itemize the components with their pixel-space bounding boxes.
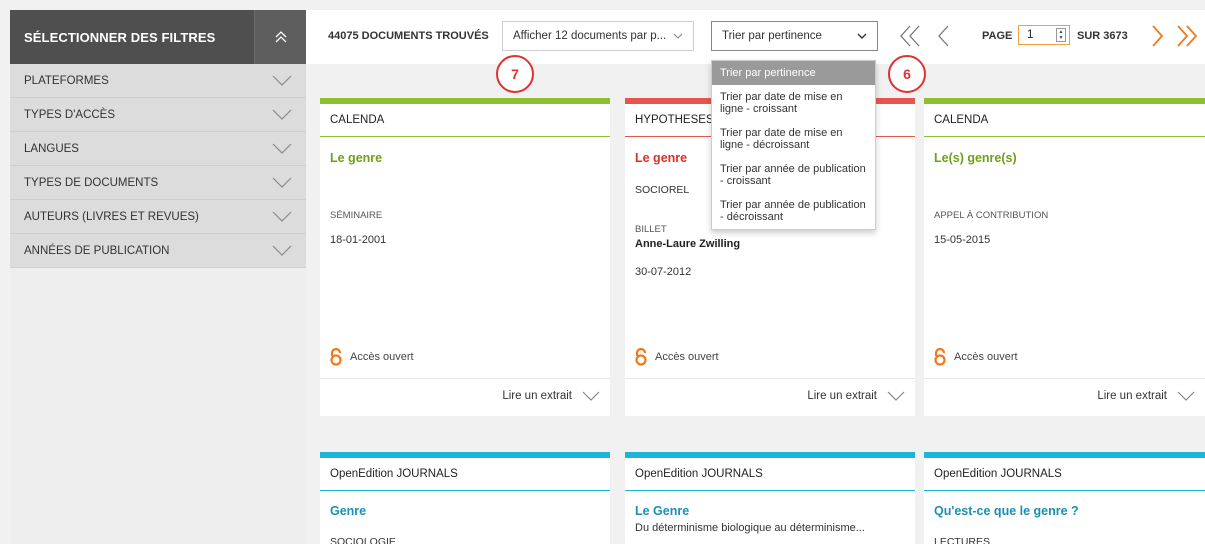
chevron-down-icon [673,33,683,39]
filter-types-acces[interactable]: TYPES D'ACCÈS [10,98,306,132]
open-access-icon [934,348,946,366]
open-access-label: Accès ouvert [954,351,1018,363]
open-access-icon [635,348,647,366]
previous-page-icon[interactable] [936,24,952,48]
sort-option-relevance[interactable]: Trier par pertinence [712,61,875,85]
read-excerpt-button[interactable]: Lire un extrait [320,378,610,413]
card-platform: CALENDA [320,104,610,137]
chevron-down-icon [272,177,292,188]
filter-types-documents[interactable]: TYPES DE DOCUMENTS [10,166,306,200]
read-excerpt-label: Lire un extrait [1097,390,1167,402]
card-title[interactable]: Le genre [330,151,382,165]
card-platform: OpenEdition JOURNALS [924,458,1205,491]
annotation-marker-6: 6 [888,55,926,93]
filter-label: LANGUES [24,142,79,155]
collapse-filters-button[interactable] [254,10,306,64]
card-title[interactable]: Genre [330,504,366,518]
card-title[interactable]: Le Genre [635,504,689,518]
chevron-down-icon [1177,391,1195,401]
open-access-badge: Accès ouvert [635,348,719,366]
result-card[interactable]: OpenEdition JOURNALS Le Genre Du détermi… [625,452,915,544]
per-page-value: Afficher 12 documents par p... [513,30,667,42]
open-access-label: Accès ouvert [655,351,719,363]
card-platform: CALENDA [924,104,1205,137]
card-title[interactable]: Qu'est-ce que le genre ? [934,504,1079,518]
sort-select[interactable]: Trier par pertinence [711,21,878,51]
read-excerpt-label: Lire un extrait [807,390,877,402]
page-label: PAGE [982,30,1013,42]
card-author: Anne-Laure Zwilling [635,238,741,250]
filter-label: TYPES D'ACCÈS [24,108,116,121]
sort-option-date-online-asc[interactable]: Trier par date de mise en ligne - croiss… [712,85,875,121]
read-excerpt-button[interactable]: Lire un extrait [625,378,915,413]
filter-title: SÉLECTIONNER DES FILTRES [24,29,216,45]
sort-option-pub-year-asc[interactable]: Trier par année de publication - croissa… [712,157,875,193]
filter-label: TYPES DE DOCUMENTS [24,176,159,189]
filter-label: PLATEFORMES [24,74,109,87]
chevron-down-icon [887,391,905,401]
read-excerpt-label: Lire un extrait [502,390,572,402]
card-date: 15-05-2015 [934,234,991,246]
first-page-icon[interactable] [898,24,922,48]
filter-langues[interactable]: LANGUES [10,132,306,166]
page-spinner[interactable]: ▲ ▼ [1056,28,1066,42]
read-excerpt-button[interactable]: Lire un extrait [924,378,1205,413]
open-access-badge: Accès ouvert [934,348,1018,366]
filter-auteurs[interactable]: AUTEURS (LIVRES ET REVUES) [10,200,306,234]
filter-label: AUTEURS (LIVRES ET REVUES) [24,210,199,223]
card-title[interactable]: Le(s) genre(s) [934,151,1017,165]
next-page-icon[interactable] [1149,24,1165,48]
sort-value: Trier par pertinence [722,30,822,42]
chevron-down-icon [272,245,292,256]
card-platform: OpenEdition JOURNALS [625,458,915,491]
page-number-input[interactable]: 1 ▲ ▼ [1018,25,1070,45]
filter-header: SÉLECTIONNER DES FILTRES [10,10,306,64]
double-chevron-up-icon [275,31,286,43]
result-card[interactable]: CALENDA Le genre SÉMINAIRE 18-01-2001 Ac… [320,98,610,416]
chevron-down-icon [582,391,600,401]
filter-sidebar: SÉLECTIONNER DES FILTRES PLATEFORMES TYP… [10,10,306,544]
card-subtitle: Du déterminisme biologique au déterminis… [635,522,865,534]
filter-label: ANNÉES DE PUBLICATION [24,244,170,257]
chevron-down-icon [857,33,867,39]
filter-plateformes[interactable]: PLATEFORMES [10,64,306,98]
card-platform: OpenEdition JOURNALS [320,458,610,491]
card-doc-type: SÉMINAIRE [330,210,383,221]
card-date: 30-07-2012 [635,266,692,278]
card-doc-type: APPEL À CONTRIBUTION [934,210,1049,221]
results-toolbar: 44075 DOCUMENTS TROUVÉS Afficher 12 docu… [306,10,1205,64]
card-date: 18-01-2001 [330,234,387,246]
per-page-select[interactable]: Afficher 12 documents par p... [502,21,694,51]
card-source: LECTURES [934,536,991,544]
annotation-marker-7: 7 [496,55,534,93]
chevron-down-icon [272,143,292,154]
chevron-down-icon [272,75,292,86]
sort-option-date-online-desc[interactable]: Trier par date de mise en ligne - décroi… [712,121,875,157]
sort-option-pub-year-desc[interactable]: Trier par année de publication - décrois… [712,193,875,229]
open-access-icon [330,348,342,366]
chevron-down-icon [272,211,292,222]
result-card[interactable]: CALENDA Le(s) genre(s) APPEL À CONTRIBUT… [924,98,1205,416]
result-card[interactable]: OpenEdition JOURNALS Qu'est-ce que le ge… [924,452,1205,544]
card-source: SOCIOLOGIE [330,536,396,544]
last-page-icon[interactable] [1175,24,1199,48]
open-access-label: Accès ouvert [350,351,414,363]
page-number-value: 1 [1027,29,1034,41]
sort-dropdown-menu: Trier par pertinence Trier par date de m… [711,60,876,230]
result-card[interactable]: OpenEdition JOURNALS Genre SOCIOLOGIE [320,452,610,544]
card-source: SOCIOREL [635,184,690,196]
results-count: 44075 DOCUMENTS TROUVÉS [328,30,489,42]
total-pages: SUR 3673 [1077,30,1128,42]
open-access-badge: Accès ouvert [330,348,414,366]
chevron-down-icon [272,109,292,120]
card-doc-type: BILLET [635,224,667,235]
filter-annees[interactable]: ANNÉES DE PUBLICATION [10,234,306,268]
card-title[interactable]: Le genre [635,151,687,165]
